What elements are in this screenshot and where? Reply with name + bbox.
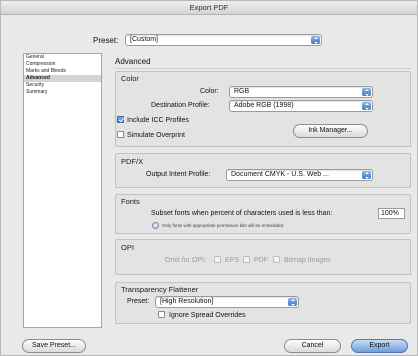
- preset-value: [Custom]: [130, 36, 159, 43]
- flattener-preset-value: [High Resolution]: [160, 298, 214, 305]
- info-icon: [152, 222, 159, 229]
- output-intent-popup[interactable]: Document CMYK - U.S. Web ...: [226, 169, 373, 181]
- section-divider: [115, 68, 411, 69]
- flattener-preset-popup[interactable]: [High Resolution]: [155, 296, 299, 308]
- popup-arrows-icon: [311, 36, 320, 44]
- color-group-title: Color: [121, 74, 139, 83]
- destination-profile-popup[interactable]: Adobe RGB (1998): [229, 100, 373, 112]
- fonts-note: Only fonts with appropriate permission b…: [162, 223, 285, 228]
- cancel-button[interactable]: Cancel: [284, 339, 341, 353]
- flattener-group-title: Transparency Flattener: [121, 285, 199, 294]
- bitmap-images-label: Bitmap Images: [284, 257, 331, 264]
- sidebar-item-advanced[interactable]: Advanced: [24, 75, 101, 82]
- include-icc-checkbox[interactable]: [117, 116, 124, 123]
- eps-checkbox[interactable]: [214, 256, 221, 263]
- sidebar-item-compression[interactable]: Compression: [24, 61, 101, 68]
- export-button[interactable]: Export: [351, 339, 408, 353]
- color-value: RGB: [234, 88, 250, 95]
- ink-manager-button[interactable]: Ink Manager...: [293, 124, 368, 138]
- flattener-preset-label: Preset:: [127, 298, 150, 305]
- export-pdf-dialog: Export PDF Preset: [Custom] General Comp…: [0, 0, 418, 356]
- subset-fonts-label: Subset fonts when percent of characters …: [151, 210, 333, 217]
- pdf-checkbox[interactable]: [243, 256, 250, 263]
- subset-percent-field[interactable]: 100%: [378, 208, 405, 219]
- simulate-overprint-checkbox[interactable]: [117, 131, 124, 138]
- omit-for-opi-label: Omit for OPI:: [165, 257, 206, 264]
- preset-label: Preset:: [93, 36, 119, 45]
- pdf-label: PDF: [254, 257, 268, 264]
- eps-label: EPS: [225, 257, 240, 264]
- destination-profile-label: Destination Profile:: [151, 102, 210, 109]
- fonts-group-title: Fonts: [121, 197, 140, 206]
- category-list: General Compression Marks and Bleeds Adv…: [23, 53, 102, 328]
- sidebar-item-summary[interactable]: Summary: [24, 89, 101, 96]
- simulate-overprint-label: Simulate Overprint: [127, 132, 185, 139]
- include-icc-label: Include ICC Profiles: [127, 117, 189, 124]
- bitmap-images-checkbox[interactable]: [273, 256, 280, 263]
- popup-arrows-icon: [362, 88, 371, 96]
- output-intent-label: Output Intent Profile:: [146, 171, 211, 178]
- color-popup[interactable]: RGB: [229, 86, 373, 98]
- window-title: Export PDF: [1, 1, 417, 15]
- output-intent-value: Document CMYK - U.S. Web ...: [231, 171, 329, 178]
- preset-popup[interactable]: [Custom]: [125, 34, 322, 46]
- popup-arrows-icon: [362, 102, 371, 110]
- opi-group-title: OPI: [121, 243, 134, 252]
- popup-arrows-icon: [362, 171, 371, 179]
- popup-arrows-icon: [288, 298, 297, 306]
- color-label: Color:: [200, 88, 219, 95]
- sidebar-item-security[interactable]: Security: [24, 82, 101, 89]
- ignore-spread-overrides-label: Ignore Spread Overrides: [169, 312, 246, 319]
- destination-profile-value: Adobe RGB (1998): [234, 102, 294, 109]
- section-title: Advanced: [115, 57, 151, 66]
- sidebar-item-marks-and-bleeds[interactable]: Marks and Bleeds: [24, 68, 101, 75]
- save-preset-button[interactable]: Save Preset...: [22, 339, 86, 353]
- sidebar-item-general[interactable]: General: [24, 54, 101, 61]
- ignore-spread-overrides-checkbox[interactable]: [158, 311, 165, 318]
- pdfx-group-title: PDF/X: [121, 157, 144, 166]
